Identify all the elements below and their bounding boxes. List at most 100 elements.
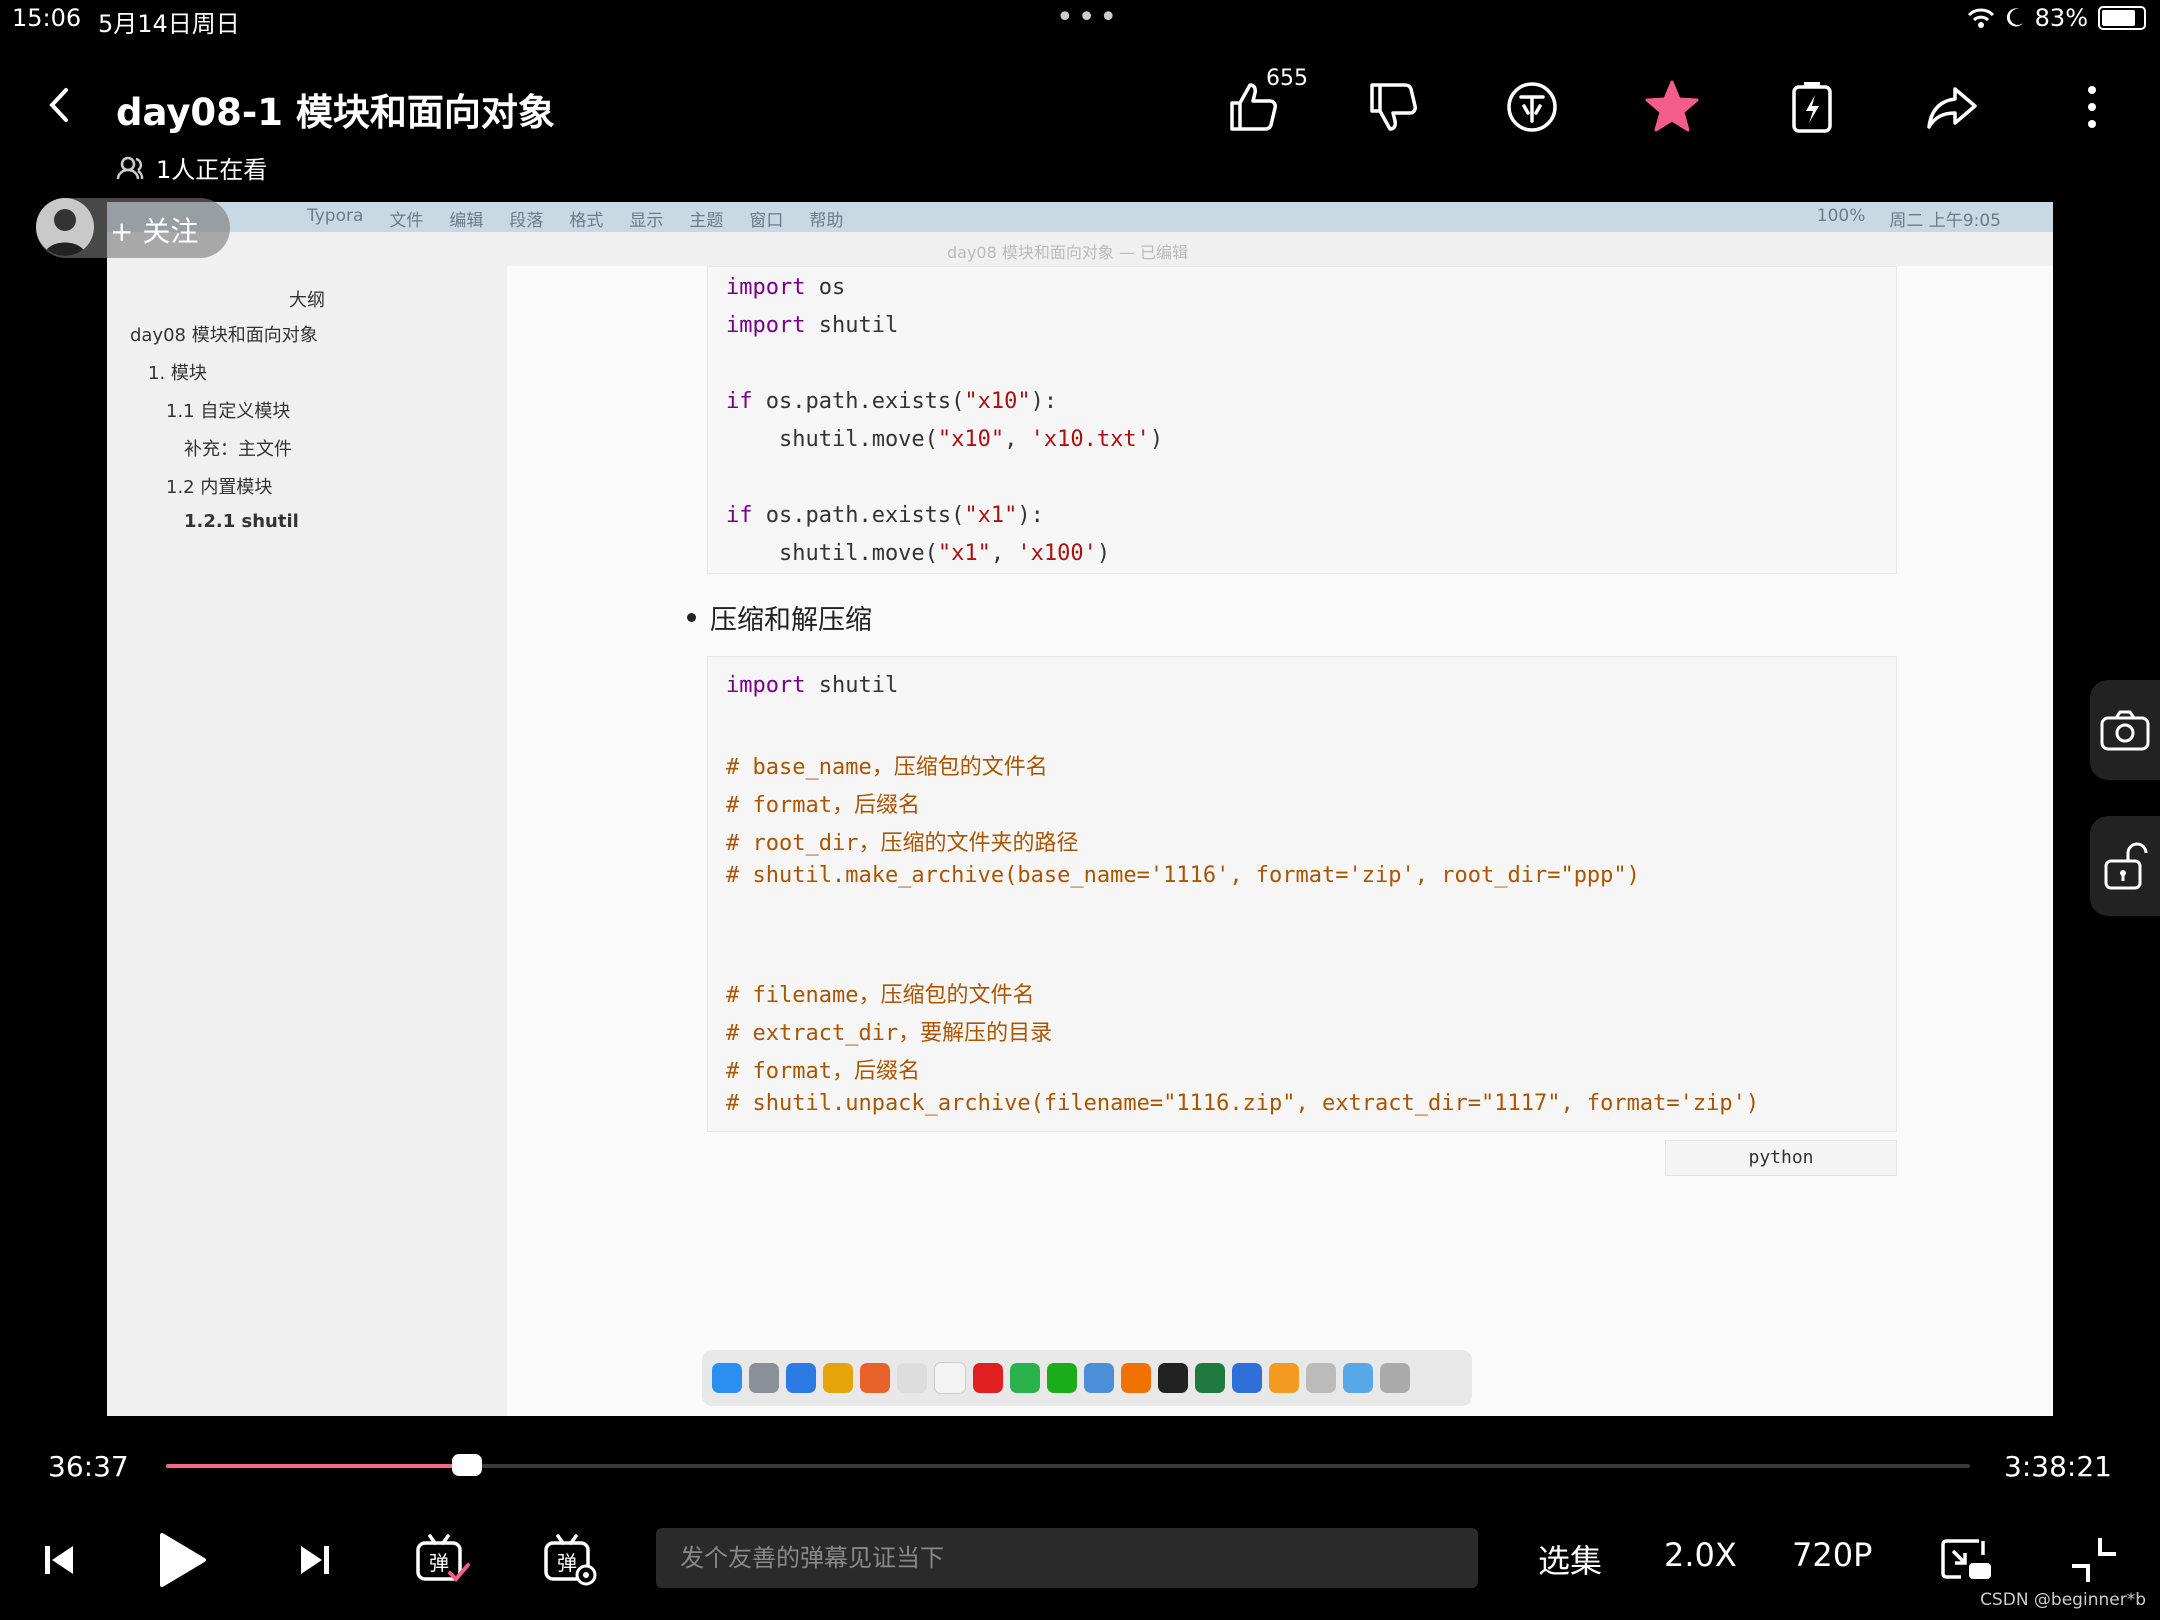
speed-button[interactable]: 2.0X	[1664, 1536, 1737, 1574]
music-icon	[973, 1363, 1003, 1393]
bullet-item: 压缩和解压缩	[687, 598, 872, 637]
exit-fullscreen-button[interactable]	[2066, 1530, 2122, 1590]
favorite-button[interactable]	[1632, 72, 1712, 142]
quality-button[interactable]: 720P	[1792, 1536, 1872, 1574]
more-dots-icon[interactable]: •••	[1056, 0, 1121, 35]
next-button[interactable]	[294, 1530, 336, 1590]
excel-icon	[1195, 1363, 1225, 1393]
launchpad-icon	[749, 1363, 779, 1393]
moon-icon	[2006, 8, 2023, 27]
share-icon	[1927, 87, 1977, 129]
outline-item: 1.2 内置模块	[166, 477, 273, 498]
pip-button[interactable]	[1936, 1530, 1996, 1590]
code-line: if os.path.exists("x1"):	[726, 503, 1044, 528]
code-comment: # shutil.unpack_archive(filename="1116.z…	[726, 1091, 1760, 1116]
window-title: day08 模块和面向对象 — 已编辑	[947, 243, 1189, 262]
total-time: 3:38:21	[2004, 1450, 2112, 1483]
battery-icon	[2098, 6, 2146, 30]
follow-label: + 关注	[110, 215, 199, 248]
mac-dock	[702, 1350, 1472, 1406]
outline-sidebar: 大纲 day08 模块和面向对象 1. 模块 1.1 自定义模块 补充：主文件 …	[107, 266, 508, 1416]
outline-item: 1. 模块	[148, 363, 207, 384]
appstore-icon	[1232, 1363, 1262, 1393]
episodes-button[interactable]: 选集	[1538, 1536, 1602, 1582]
progress-knob[interactable]	[452, 1454, 482, 1476]
coin-icon	[1507, 82, 1557, 132]
pycharm-icon	[1010, 1363, 1040, 1393]
wifi-icon	[1967, 8, 1994, 28]
menu-item: 格式	[569, 211, 604, 231]
coin-button[interactable]	[1492, 72, 1572, 142]
code-language-label: python	[1665, 1140, 1897, 1176]
typora-icon	[897, 1363, 927, 1393]
app-icon	[1269, 1363, 1299, 1393]
code-comment: # format，后缀名	[726, 1059, 920, 1084]
more-button[interactable]	[2052, 72, 2132, 142]
video-frame[interactable]: Typora 文件 编辑 段落 格式 显示 主题 窗口 帮助 100% 周二 上…	[107, 202, 2053, 1416]
more-vertical-icon	[2088, 86, 2096, 128]
unlock-icon	[2104, 842, 2148, 890]
lock-button[interactable]	[2090, 816, 2160, 916]
danmu-toggle-button[interactable]: 弹	[414, 1530, 470, 1590]
dislike-button[interactable]	[1352, 72, 1432, 142]
picture-in-picture-icon	[1941, 1539, 1991, 1579]
video-title: day08-1 模块和面向对象	[116, 91, 555, 134]
status-time: 15:06	[12, 4, 82, 32]
skip-next-icon	[301, 1546, 329, 1574]
status-date: 5月14日周日	[98, 10, 240, 38]
code-line: import shutil	[726, 313, 899, 338]
menu-item: 窗口	[749, 211, 784, 231]
chrome-icon	[823, 1363, 853, 1393]
code-comment: # filename，压缩包的文件名	[726, 983, 1035, 1008]
screenshot-button[interactable]	[2090, 680, 2160, 780]
menu-item: 显示	[629, 211, 664, 231]
charge-button[interactable]	[1772, 72, 1852, 142]
menu-item: 段落	[509, 211, 544, 231]
code-line: shutil.move("x1", 'x100')	[726, 541, 1111, 566]
menu-item: 编辑	[449, 211, 484, 231]
svg-text:弹: 弹	[429, 1551, 449, 1575]
menu-item: 文件	[389, 211, 424, 231]
share-button[interactable]	[1912, 72, 1992, 142]
like-count: 655	[1266, 66, 1308, 91]
editor-pane: import os import shutil if os.path.exist…	[507, 266, 2053, 1416]
trash-icon	[1380, 1363, 1410, 1393]
danmu-settings-icon: 弹	[544, 1534, 597, 1586]
code-block-1: import os import shutil if os.path.exist…	[707, 266, 1897, 574]
watermark: CSDN @beginner*b	[1980, 1590, 2146, 1610]
outline-item: day08 模块和面向对象	[130, 325, 318, 346]
menu-item: 主题	[689, 211, 724, 231]
battery-percent: 83%	[2034, 4, 2088, 32]
status-bar: 15:06 5月14日周日 ••• 83%	[0, 0, 2160, 40]
outline-item: 1.1 自定义模块	[166, 401, 291, 422]
code-comment: # root_dir，压缩的文件夹的路径	[726, 831, 1079, 856]
calendar-icon	[934, 1362, 966, 1394]
battery-bolt-icon	[1792, 82, 1832, 133]
previous-button[interactable]	[38, 1530, 80, 1590]
menubar-items: Typora 文件 编辑 段落 格式 显示 主题 窗口 帮助	[307, 206, 843, 231]
danmu-on-icon: 弹	[416, 1534, 470, 1582]
mac-menubar: Typora 文件 编辑 段落 格式 显示 主题 窗口 帮助 100% 周二 上…	[107, 202, 2053, 232]
viewers-count: 1人正在看	[116, 150, 267, 185]
sublime-icon	[1121, 1363, 1151, 1393]
code-line: shutil.move("x10", 'x10.txt')	[726, 427, 1164, 452]
play-button[interactable]	[152, 1530, 212, 1590]
back-button[interactable]	[40, 80, 80, 130]
play-icon	[160, 1533, 206, 1587]
outline-item-active: 1.2.1 shutil	[184, 511, 299, 532]
code-block-2: import shutil # base_name，压缩包的文件名 # form…	[707, 656, 1897, 1132]
avatar[interactable]	[36, 198, 94, 256]
window-titlebar: day08 模块和面向对象 — 已编辑	[107, 232, 2053, 266]
code-comment: # shutil.make_archive(base_name='1116', …	[726, 863, 1640, 888]
bullet-text: 压缩和解压缩	[710, 605, 872, 636]
danmu-input[interactable]	[656, 1528, 1478, 1588]
progress-fill	[166, 1464, 467, 1468]
status-right: 83%	[1967, 4, 2146, 32]
finder-icon	[712, 1363, 742, 1393]
folder-icon	[1343, 1363, 1373, 1393]
code-comment: # base_name，压缩包的文件名	[726, 755, 1048, 780]
code-line: import shutil	[726, 673, 899, 698]
files-icon	[1306, 1363, 1336, 1393]
outline-heading: 大纲	[289, 290, 325, 311]
danmu-settings-button[interactable]: 弹	[542, 1530, 598, 1590]
